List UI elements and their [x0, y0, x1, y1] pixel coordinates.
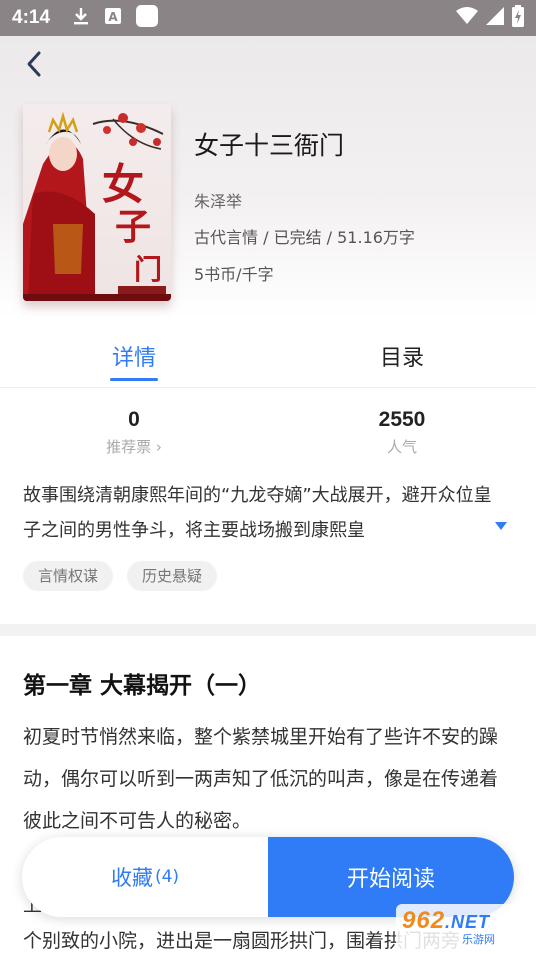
expand-description-icon[interactable]: [495, 522, 507, 530]
watermark-suffix: .NET: [445, 912, 491, 932]
svg-text:门: 门: [134, 253, 162, 286]
battery-icon: [512, 5, 524, 31]
app-a-icon: A: [104, 7, 122, 29]
site-watermark-logo: 962.NET 乐游网: [396, 904, 530, 950]
tab-catalog[interactable]: 目录: [268, 318, 536, 387]
svg-text:子: 子: [115, 206, 151, 248]
signal-icon: [486, 7, 504, 29]
book-header: 女 子 门 女子十三衙门 朱泽举 古代言情 / 已完结 / 51.16万字 5书…: [0, 36, 536, 318]
popularity-count: 2550: [378, 408, 426, 431]
active-tab-indicator: [110, 378, 158, 381]
section-divider: [0, 624, 536, 636]
book-title: 女子十三衙门: [194, 131, 345, 160]
tag-item[interactable]: 历史悬疑: [127, 561, 218, 591]
book-description[interactable]: 故事围绕清朝康熙年间的“九龙夺嫡”大战展开，避开众位皇子之间的男性争斗，将主要战…: [23, 478, 493, 548]
book-author[interactable]: 朱泽举: [194, 188, 242, 212]
start-reading-label: 开始阅读: [346, 867, 435, 892]
app-square-icon: [136, 5, 159, 31]
book-meta: 古代言情 / 已完结 / 51.16万字: [194, 228, 415, 247]
popularity-stat: 2550 人气: [322, 408, 482, 457]
status-time: 4:14: [12, 7, 51, 28]
book-cover[interactable]: 女 子 门: [23, 104, 171, 301]
watermark-sub: 乐游网: [462, 933, 495, 946]
wifi-icon: [456, 7, 478, 29]
detail-tabs: 详情 目录: [0, 318, 536, 388]
popularity-label: 人气: [386, 438, 417, 456]
chapter-title: 第一章 大幕揭开（一）: [23, 673, 262, 699]
tab-catalog-label: 目录: [379, 346, 424, 371]
recommend-ticket-count: 0: [128, 408, 140, 431]
back-button[interactable]: [18, 48, 50, 80]
recommend-ticket-stat[interactable]: 0 推荐票 ›: [54, 408, 214, 457]
tab-details-label: 详情: [111, 346, 156, 371]
add-to-shelf-button[interactable]: 收藏 (4): [22, 837, 268, 917]
download-icon: [72, 6, 90, 30]
svg-text:A: A: [108, 10, 118, 24]
status-bar: 4:14 A: [0, 0, 536, 36]
book-price: 5书币/千字: [194, 265, 274, 284]
add-to-shelf-count: (4): [154, 867, 180, 887]
tag-list: 言情权谋 历史悬疑: [23, 561, 218, 591]
svg-text:女: 女: [102, 160, 144, 209]
tag-item[interactable]: 言情权谋: [23, 561, 114, 591]
recommend-ticket-label: 推荐票 ›: [106, 438, 162, 456]
chevron-left-icon: [27, 51, 41, 77]
tab-details[interactable]: 详情: [0, 318, 268, 387]
add-to-shelf-label: 收藏: [110, 866, 153, 890]
chapter-paragraph: 初夏时节悄然来临，整个紫禁城里开始有了些许不安的躁动，偶尔可以听到一两声知了低沉…: [23, 726, 499, 832]
watermark-brand: 962: [402, 907, 446, 934]
status-notification-icons: A: [72, 5, 159, 31]
